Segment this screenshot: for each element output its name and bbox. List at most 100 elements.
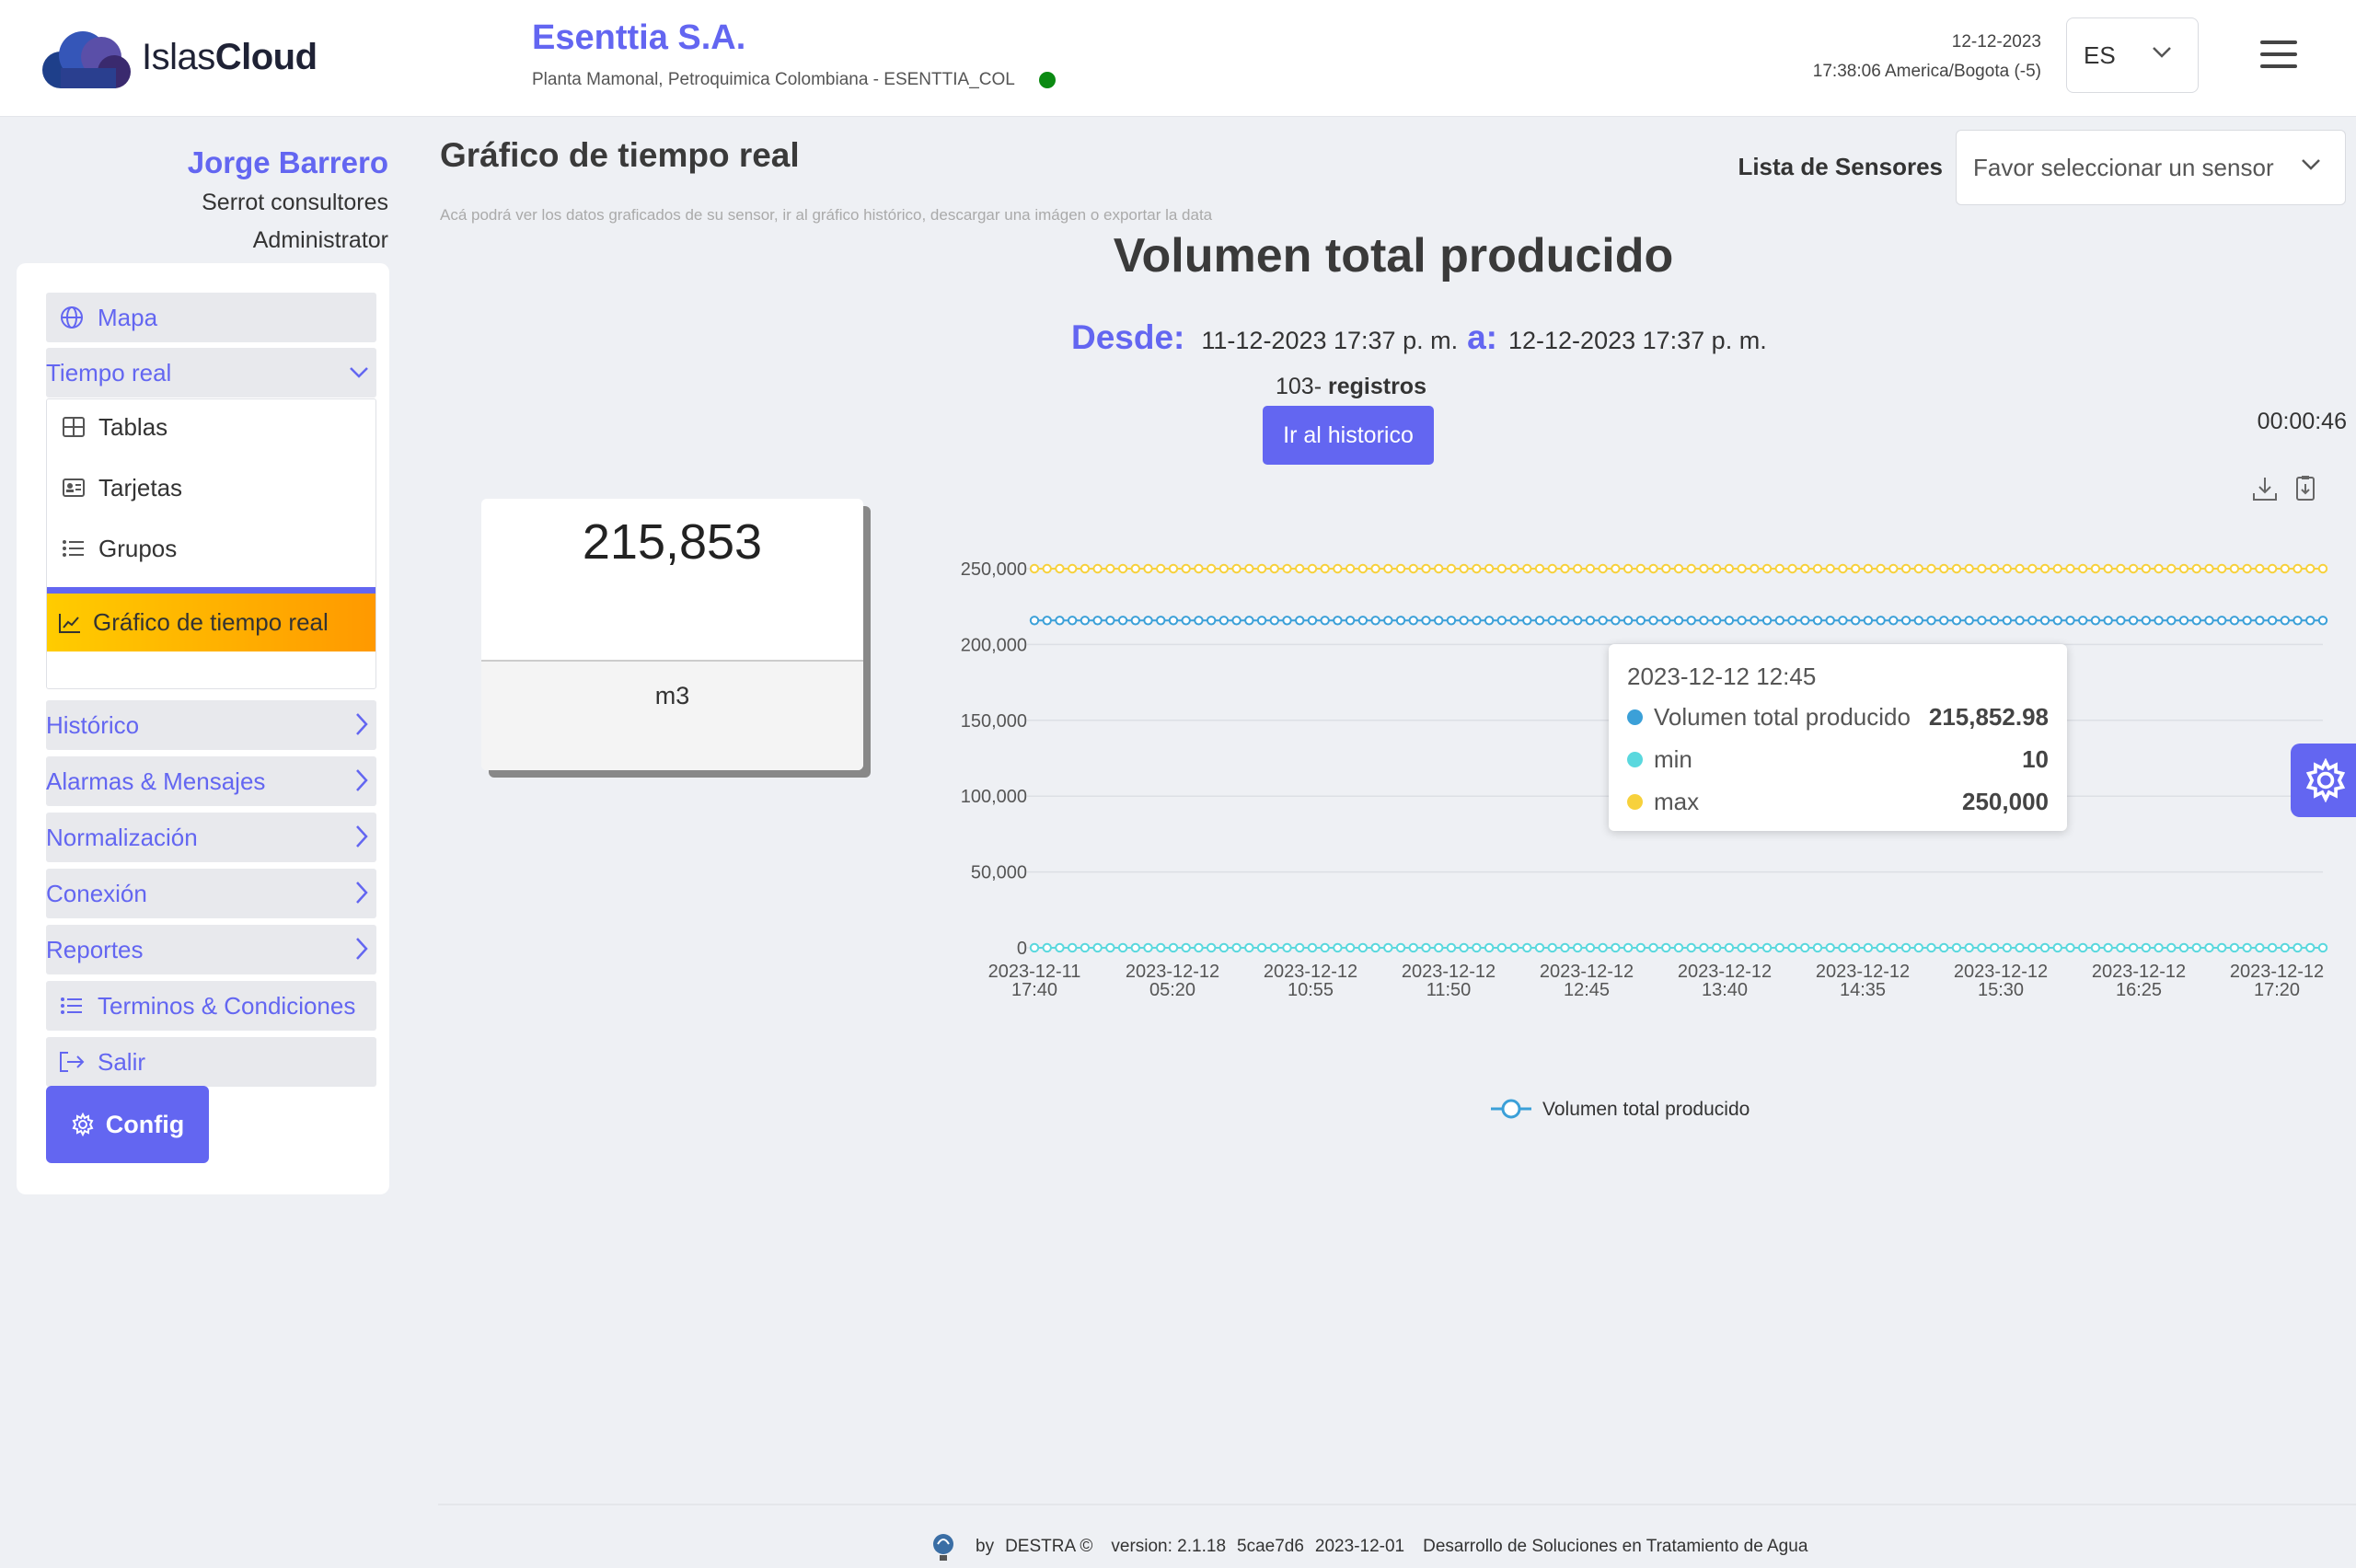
logout-icon [59,1049,85,1075]
data-point [2216,563,2227,574]
data-point [2052,563,2062,574]
submenu-item-label: Tablas [98,412,168,441]
data-point [2317,563,2328,574]
footer-divider [438,1504,2356,1505]
data-point [1964,942,1974,953]
tooltip-row: max 250,000 [1627,788,2049,816]
data-point [1484,942,1495,953]
y-tick-label: 250,000 [961,559,1027,580]
data-point [1534,942,1545,953]
sidebar-item-conexion[interactable]: Conexión [46,869,376,918]
current-value: 215,853 [582,514,763,570]
data-point [1434,616,1444,626]
realtime-line-chart[interactable]: 050,000100,000150,000200,000250,0002023-… [920,534,2328,1132]
data-point [1509,616,1519,626]
data-point [1509,942,1519,953]
submenu-item-tarjetas[interactable]: Tarjetas [47,460,375,515]
header-datetime: 12-12-2023 17:38:06 America/Bogota (-5) [1813,28,2041,86]
data-point [2229,616,2240,626]
download-icon[interactable] [2251,475,2279,502]
data-point [1648,563,1658,574]
list-icon [60,536,87,561]
data-point [1939,616,1949,626]
tooltip-series-value: 215,852.98 [1928,703,2049,731]
footer-tagline: Desarrollo de Soluciones en Tratamiento … [1423,1537,1808,1556]
sidebar-item-historico[interactable]: Histórico [46,700,376,750]
data-point [1977,616,1987,626]
sidebar-item-mapa[interactable]: Mapa [46,293,376,342]
config-button[interactable]: Config [46,1086,209,1163]
submenu-item-tablas[interactable]: Tablas [47,399,375,455]
data-point [1333,563,1343,574]
a-label: a: [1467,318,1497,356]
data-point [1231,942,1242,953]
data-point [1585,616,1596,626]
sidebar-item-tiempo-real[interactable]: Tiempo real [46,348,376,398]
tooltip-series-label: max [1654,788,1700,815]
data-point [1547,942,1557,953]
data-point [1143,563,1153,574]
data-point [1977,942,1987,953]
data-point [1711,563,1722,574]
x-tick-label: 05:20 [1149,980,1195,1000]
data-point [1206,942,1217,953]
data-point [1206,563,1217,574]
export-data-icon[interactable] [2293,475,2317,502]
data-point [1572,616,1583,626]
data-point [1370,563,1380,574]
data-point [1244,616,1254,626]
data-point [2204,563,2214,574]
data-point [1421,563,1431,574]
sidebar-item-label: Tiempo real [46,358,172,386]
chart-title: Volumen total producido [1113,229,1674,282]
data-point [1092,563,1103,574]
app-logo[interactable]: IslasCloud [37,24,318,90]
data-point [1383,563,1393,574]
sidebar-item-terminos[interactable]: Terminos & Condiciones [46,981,376,1031]
data-point [1042,942,1052,953]
submenu-item-grafico-tiempo-real[interactable]: Gráfico de tiempo real [47,587,375,651]
x-tick-label: 11:50 [1426,980,1472,1000]
data-point [2255,616,2265,626]
data-point [1509,563,1519,574]
data-point [1863,616,1874,626]
settings-gear-tab[interactable] [2291,744,2356,817]
data-point [1282,942,1292,953]
data-point [1067,942,1078,953]
data-point [2204,616,2214,626]
data-point [1876,563,1886,574]
data-point [1951,942,1962,953]
user-company: Serrot consultores [202,190,388,215]
language-select[interactable]: ES [2066,17,2199,93]
data-point [2039,942,2050,953]
sidebar-item-label: Normalización [46,823,198,851]
sidebar-item-salir[interactable]: Salir [46,1037,376,1087]
data-point [2229,563,2240,574]
data-point [1850,942,1861,953]
data-point [2090,563,2101,574]
sensor-select[interactable]: Favor seleccionar un sensor [1956,130,2346,205]
sidebar-item-alarmas[interactable]: Alarmas & Mensajes [46,756,376,806]
data-point [1307,563,1318,574]
data-point [1661,563,1671,574]
footer-date: 2023-12-01 [1314,1537,1405,1556]
sidebar-item-normalizacion[interactable]: Normalización [46,813,376,862]
go-to-history-button[interactable]: Ir al historico [1263,406,1434,465]
data-point [1547,563,1557,574]
hamburger-menu-icon[interactable] [2260,40,2297,70]
data-point [1838,563,1848,574]
tooltip-series-label: min [1654,745,1692,773]
data-point [1446,942,1457,953]
data-point [1117,563,1128,574]
data-point [1787,563,1797,574]
data-point [1295,563,1305,574]
data-point [1572,942,1583,953]
submenu-item-grupos[interactable]: Grupos [47,521,375,576]
data-point [1320,616,1330,626]
data-point [1156,942,1166,953]
sidebar-item-reportes[interactable]: Reportes [46,925,376,974]
data-point [1951,563,1962,574]
data-point [1939,942,1949,953]
company-subtitle: Planta Mamonal, Petroquimica Colombiana … [532,70,1056,90]
data-point [1913,616,1923,626]
